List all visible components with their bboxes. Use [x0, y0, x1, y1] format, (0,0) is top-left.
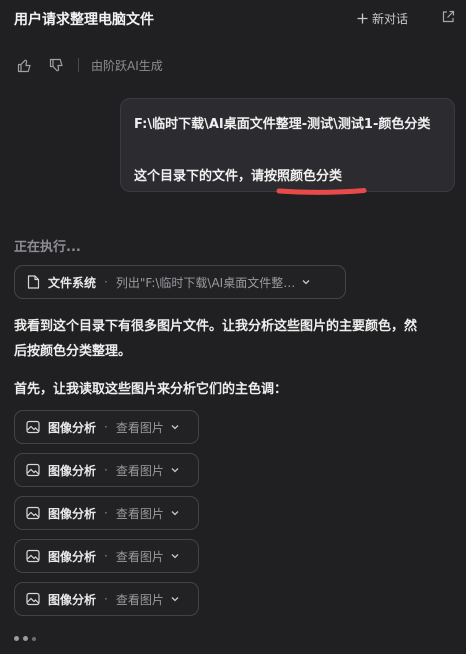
tool-detail: 查看图片 — [115, 506, 164, 521]
chevron-down-icon — [171, 597, 179, 602]
image-analysis-tool-pill[interactable]: 图像分析 · 查看图片 — [14, 582, 199, 616]
separator-dot: · — [104, 463, 108, 477]
image-icon — [26, 463, 40, 477]
image-analysis-tool-pill[interactable]: 图像分析 · 查看图片 — [14, 496, 199, 530]
tool-name: 图像分析 — [48, 549, 97, 564]
tool-name: 图像分析 — [48, 420, 97, 435]
plus-icon — [357, 13, 368, 24]
file-icon — [26, 275, 40, 289]
tool-detail: 查看图片 — [115, 463, 164, 478]
tool-name: 图像分析 — [48, 592, 97, 607]
typing-indicator — [14, 636, 36, 641]
tool-detail: 查看图片 — [115, 592, 164, 607]
highlight-underline-mark — [276, 188, 367, 195]
paragraph-line: 后按颜色分类整理。 — [14, 344, 132, 359]
divider — [78, 58, 79, 72]
feedback-row: 由阶跃AI生成 — [14, 55, 163, 75]
generated-by-label: 由阶跃AI生成 — [91, 58, 163, 73]
chevron-down-icon — [171, 468, 179, 473]
assistant-paragraph-1: 我看到这个目录下有很多图片文件。让我分析这些图片的主要颜色，然 后按颜色分类整理… — [14, 314, 417, 364]
separator-dot: · — [104, 506, 108, 520]
header-bar: 用户请求整理电脑文件 新对话 — [0, 0, 466, 36]
separator-dot: · — [104, 549, 108, 563]
loading-dot — [14, 636, 19, 641]
user-message-request: 这个目录下的文件，请按照颜色分类 — [134, 169, 343, 184]
new-chat-label: 新对话 — [372, 12, 409, 26]
assistant-paragraph-2: 首先，让我读取这些图片来分析它们的主色调： — [14, 382, 288, 397]
image-icon — [26, 420, 40, 434]
loading-dot — [32, 636, 36, 641]
loading-dot — [23, 636, 28, 641]
image-icon — [26, 506, 40, 520]
image-icon — [26, 549, 40, 563]
thumbs-down-icon — [49, 58, 63, 71]
chevron-down-icon — [171, 554, 179, 559]
image-analysis-tool-pill[interactable]: 图像分析 · 查看图片 — [14, 453, 199, 487]
thumbs-up-icon — [17, 59, 31, 72]
tool-detail: 列出"F:\临时下载\AI桌面文件整… — [115, 275, 296, 290]
tool-name: 图像分析 — [48, 506, 97, 521]
separator-dot: · — [104, 592, 108, 606]
image-icon — [26, 592, 40, 606]
separator-dot: · — [104, 420, 108, 434]
paragraph-line: 我看到这个目录下有很多图片文件。让我分析这些图片的主要颜色，然 — [14, 319, 418, 334]
user-message-path: F:\临时下载\AI桌面文件整理-测试\测试1-颜色分类 — [134, 117, 431, 132]
thumbs-up-button[interactable] — [14, 55, 34, 75]
chevron-down-icon — [171, 425, 179, 430]
thumbs-down-button[interactable] — [46, 55, 66, 75]
chevron-down-icon — [171, 511, 179, 516]
user-message-bubble: F:\临时下载\AI桌面文件整理-测试\测试1-颜色分类 这个目录下的文件，请按… — [120, 98, 455, 195]
new-chat-button[interactable]: 新对话 — [357, 10, 408, 27]
open-external-icon[interactable] — [441, 10, 455, 24]
separator-dot: · — [104, 275, 108, 289]
image-analysis-tool-pill[interactable]: 图像分析 · 查看图片 — [14, 539, 199, 573]
tool-detail: 查看图片 — [115, 420, 164, 435]
tool-name: 图像分析 — [48, 463, 97, 478]
filesystem-tool-pill[interactable]: 文件系统 · 列出"F:\临时下载\AI桌面文件整… — [14, 265, 346, 299]
tool-name: 文件系统 — [48, 275, 97, 290]
executing-status: 正在执行... — [14, 240, 81, 255]
image-analysis-tool-pill[interactable]: 图像分析 · 查看图片 — [14, 410, 199, 444]
chevron-down-icon — [302, 280, 310, 285]
chat-title: 用户请求整理电脑文件 — [14, 12, 154, 28]
tool-detail: 查看图片 — [115, 549, 164, 564]
